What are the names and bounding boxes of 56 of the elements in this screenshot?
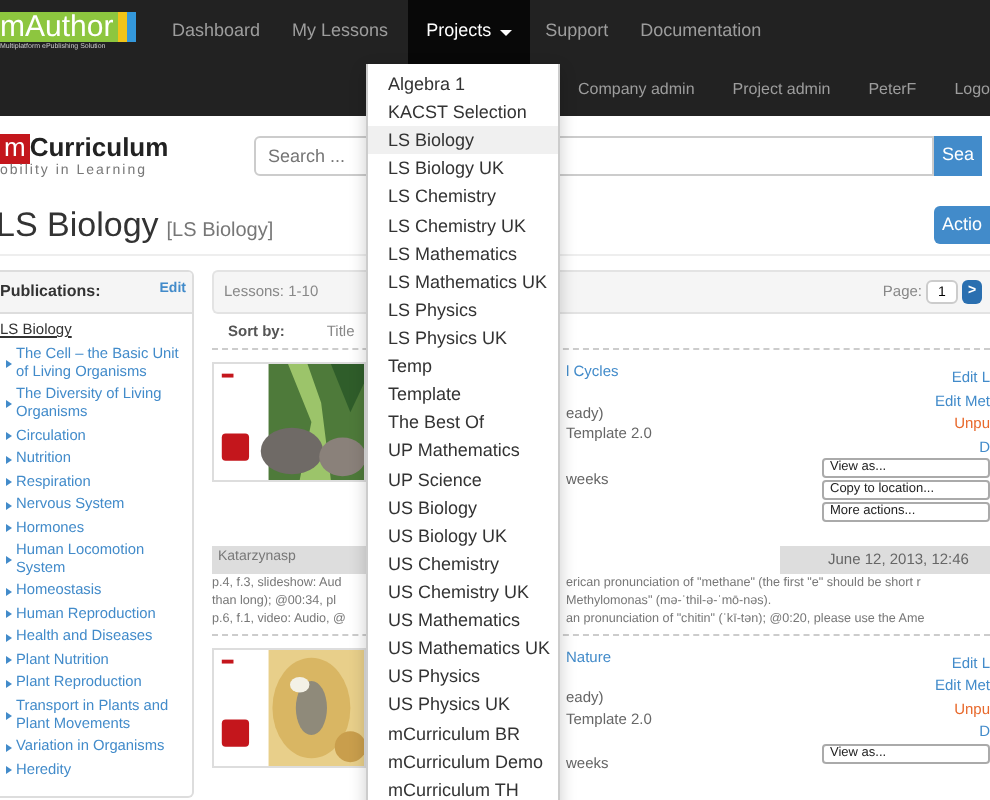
menu-item[interactable]: US Chemistry UK (368, 577, 558, 607)
nav-link[interactable]: Support (529, 0, 625, 64)
triangle-icon (6, 524, 12, 532)
menu-item[interactable]: Template (368, 380, 558, 409)
triangle-icon (6, 587, 12, 596)
menu-item[interactable]: UP Mathematics (368, 436, 558, 466)
menu-item[interactable]: mCurriculum Demo (368, 747, 558, 776)
brand-name: Curriculum (29, 134, 169, 163)
page-subtitle: [LS Biology] (166, 217, 274, 246)
nav-link[interactable]: Logo (954, 78, 990, 102)
menu-item[interactable]: LS Chemistry (368, 182, 558, 212)
triangle-icon (6, 610, 12, 619)
triangle-icon (6, 679, 12, 688)
nav-link[interactable]: Company admin (578, 78, 695, 102)
triangle-icon (6, 359, 12, 368)
nav-link[interactable]: My Lessons (276, 0, 405, 64)
menu-item[interactable]: US Physics UK (368, 690, 558, 720)
menu-item[interactable]: LS Biology (368, 126, 558, 155)
nav-link[interactable]: Documentation (624, 0, 778, 64)
menu-item[interactable]: LS Physics UK (368, 323, 558, 353)
nav-link[interactable]: Project admin (732, 78, 831, 102)
menu-item[interactable]: Algebra 1 (368, 70, 558, 99)
menu-item[interactable]: LS Mathematics (368, 239, 558, 268)
triangle-icon (6, 478, 12, 487)
menu-item[interactable]: The Best Of (368, 408, 558, 437)
menu-item[interactable]: LS Mathematics UK (368, 267, 558, 296)
menu-item[interactable]: mCurriculum TH (368, 775, 558, 800)
triangle-icon (6, 656, 12, 665)
menu-item[interactable]: LS Chemistry UK (368, 211, 558, 240)
triangle-icon (6, 633, 12, 642)
nav-link[interactable]: Projects (408, 0, 530, 64)
menu-item[interactable]: US Mathematics UK (368, 634, 558, 663)
menu-item[interactable]: KACST Selection (368, 98, 558, 127)
menu-item[interactable]: mCurriculum BR (368, 719, 558, 748)
triangle-icon (6, 743, 12, 751)
nav-link[interactable]: PeterF (868, 78, 917, 102)
triangle-icon (6, 711, 12, 720)
nav-link[interactable]: Dashboard (156, 0, 277, 64)
triangle-icon (6, 432, 12, 441)
menu-item[interactable]: US Biology (368, 493, 558, 522)
actions-button[interactable]: Actio (933, 206, 990, 244)
menu-item[interactable]: US Mathematics (368, 606, 558, 635)
triangle-icon (6, 555, 12, 564)
menu-item[interactable]: US Chemistry (368, 549, 558, 578)
submit-button[interactable]: Sea (934, 136, 983, 176)
sidebar-heading: Publications: (0, 280, 101, 304)
triangle-icon (6, 765, 12, 774)
menu-item[interactable]: US Biology UK (368, 521, 558, 550)
menu-item[interactable]: UP Science (368, 465, 558, 494)
menu-item[interactable]: US Physics (368, 662, 558, 691)
menu-item[interactable]: Temp (368, 352, 558, 381)
triangle-icon (6, 501, 12, 510)
triangle-icon (6, 400, 12, 409)
brand-logo-icon: m (0, 134, 30, 164)
triangle-icon (6, 455, 12, 464)
menu-item[interactable]: LS Physics (368, 295, 558, 324)
